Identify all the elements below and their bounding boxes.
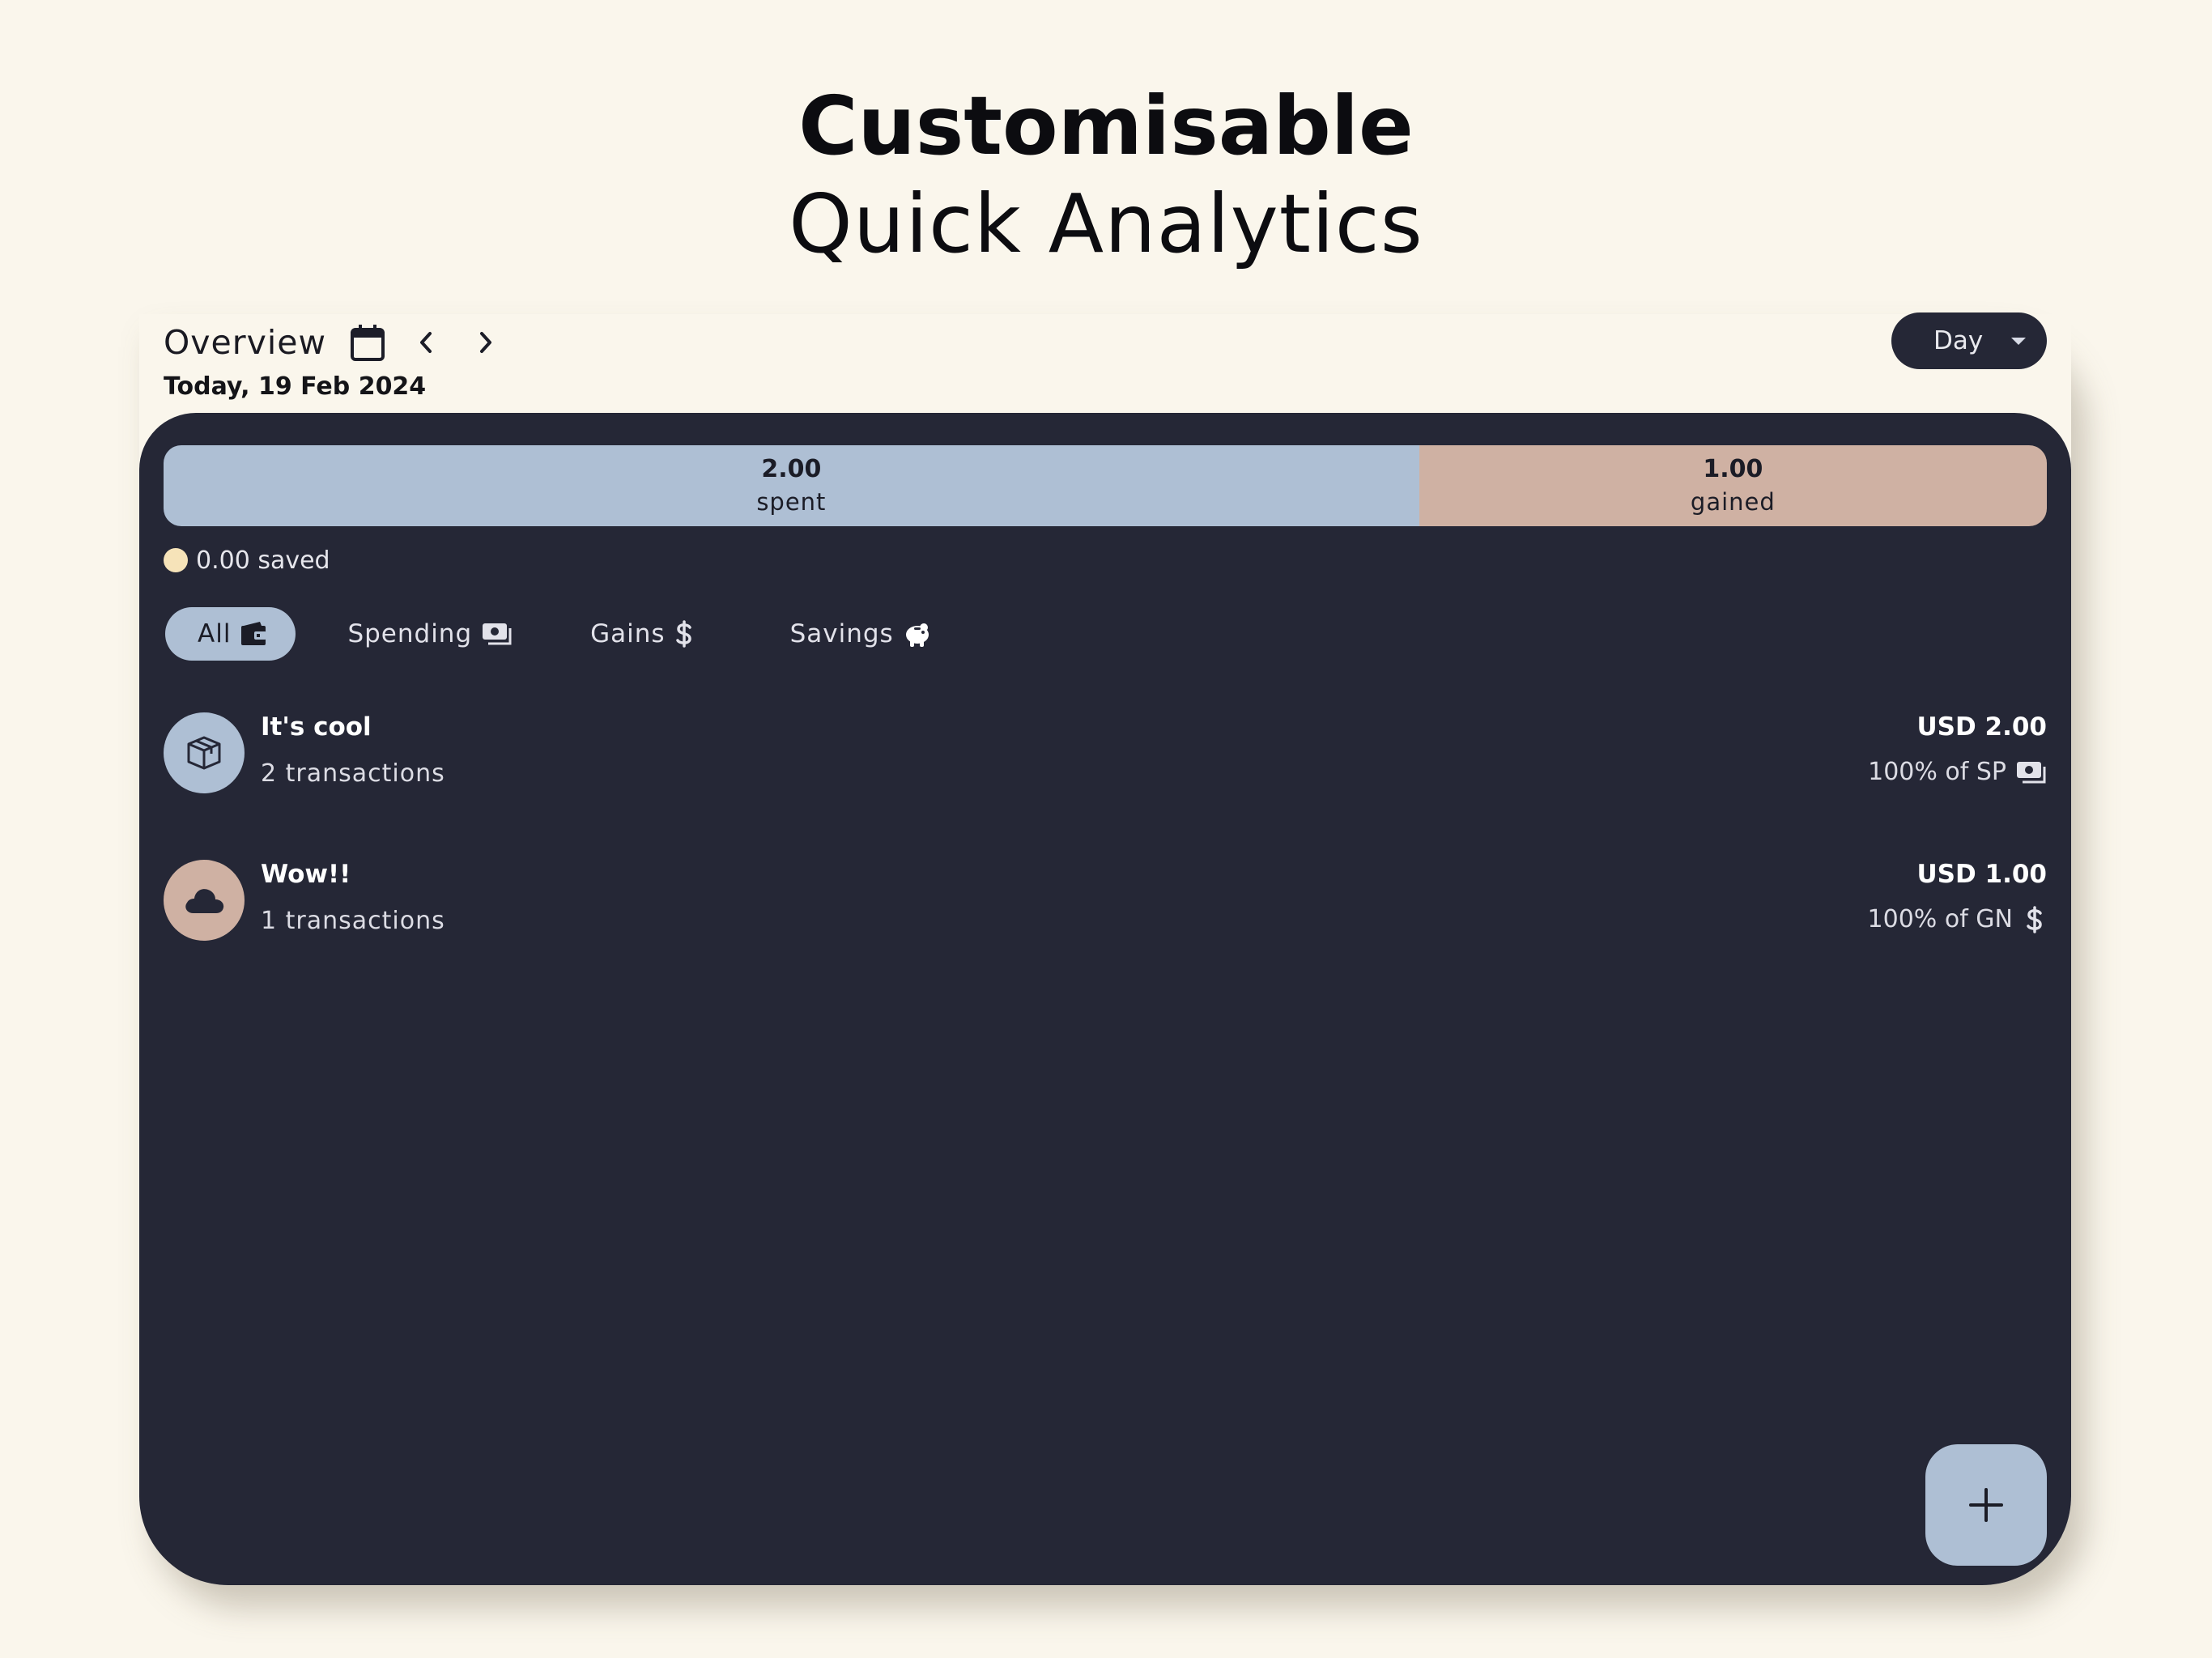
tab-spending-label: Spending (347, 619, 473, 648)
category-share: 100% of GN (1868, 905, 2047, 933)
filter-tabs: All Spending Gains Savings (165, 607, 965, 661)
tab-all[interactable]: All (165, 607, 296, 661)
add-button[interactable] (1925, 1444, 2047, 1566)
transaction-count: 2 transactions (261, 759, 445, 788)
box-icon (187, 736, 221, 770)
analytics-panel: 2.00 spent 1.00 gained 0.00 saved All Sp… (139, 413, 2071, 1585)
category-share-text: 100% of SP (1868, 758, 2006, 786)
app-window: Overview Today, 19 Feb 2024 Day 2.00 spe… (139, 312, 2071, 1585)
wallet-icon (241, 622, 267, 645)
tab-all-label: All (198, 619, 232, 648)
tab-spending[interactable]: Spending (315, 607, 545, 661)
category-amount: USD 2.00 (1916, 712, 2047, 742)
headline: Customisable Quick Analytics (0, 79, 2212, 275)
saved-text: 0.00 saved (196, 546, 330, 575)
spent-label: spent (756, 488, 827, 516)
chevron-right-icon[interactable] (462, 319, 509, 366)
spent-segment[interactable]: 2.00 spent (164, 445, 1419, 526)
spent-value: 2.00 (761, 455, 822, 483)
category-share-text: 100% of GN (1867, 905, 2013, 933)
gained-segment[interactable]: 1.00 gained (1419, 445, 2047, 526)
money-icon (483, 623, 512, 645)
overview-row: Overview (164, 314, 509, 371)
dollar-icon (2027, 905, 2042, 933)
money-icon (2017, 761, 2046, 783)
category-amount: USD 1.00 (1916, 860, 2047, 889)
period-dropdown[interactable]: Day (1891, 312, 2047, 369)
tab-savings-label: Savings (789, 619, 894, 648)
cloud-icon (185, 889, 224, 913)
date-label: Today, 19 Feb 2024 (164, 372, 427, 401)
saved-dot (164, 548, 188, 572)
category-list: It's cool 2 transactions USD 2.00 100% o… (164, 712, 2047, 1007)
list-item[interactable]: Wow!! 1 transactions USD 1.00 100% of GN (164, 860, 2047, 941)
piggy-bank-icon (905, 623, 929, 647)
category-name: Wow!! (261, 860, 351, 889)
category-avatar (164, 712, 245, 793)
gained-label: gained (1690, 488, 1776, 516)
category-name: It's cool (261, 712, 372, 742)
calendar-icon[interactable] (344, 319, 391, 366)
tab-gains[interactable]: Gains (558, 607, 725, 661)
plus-icon (1969, 1488, 2003, 1522)
tab-savings[interactable]: Savings (758, 607, 965, 661)
gained-value: 1.00 (1703, 455, 1763, 483)
headline-subtitle: Quick Analytics (789, 176, 1423, 271)
period-value: Day (1933, 326, 1984, 355)
list-item[interactable]: It's cool 2 transactions USD 2.00 100% o… (164, 712, 2047, 793)
category-share: 100% of SP (1868, 758, 2047, 786)
tab-gains-label: Gains (590, 619, 666, 648)
chevron-left-icon[interactable] (402, 319, 449, 366)
page-title: Overview (164, 323, 327, 362)
transaction-count: 1 transactions (261, 907, 445, 935)
headline-title: Customisable (798, 79, 1414, 173)
caret-down-icon (2011, 338, 2026, 345)
saved-row: 0.00 saved (164, 542, 330, 578)
category-avatar (164, 860, 245, 941)
dollar-icon (675, 620, 691, 648)
summary-bar: 2.00 spent 1.00 gained (164, 445, 2047, 526)
